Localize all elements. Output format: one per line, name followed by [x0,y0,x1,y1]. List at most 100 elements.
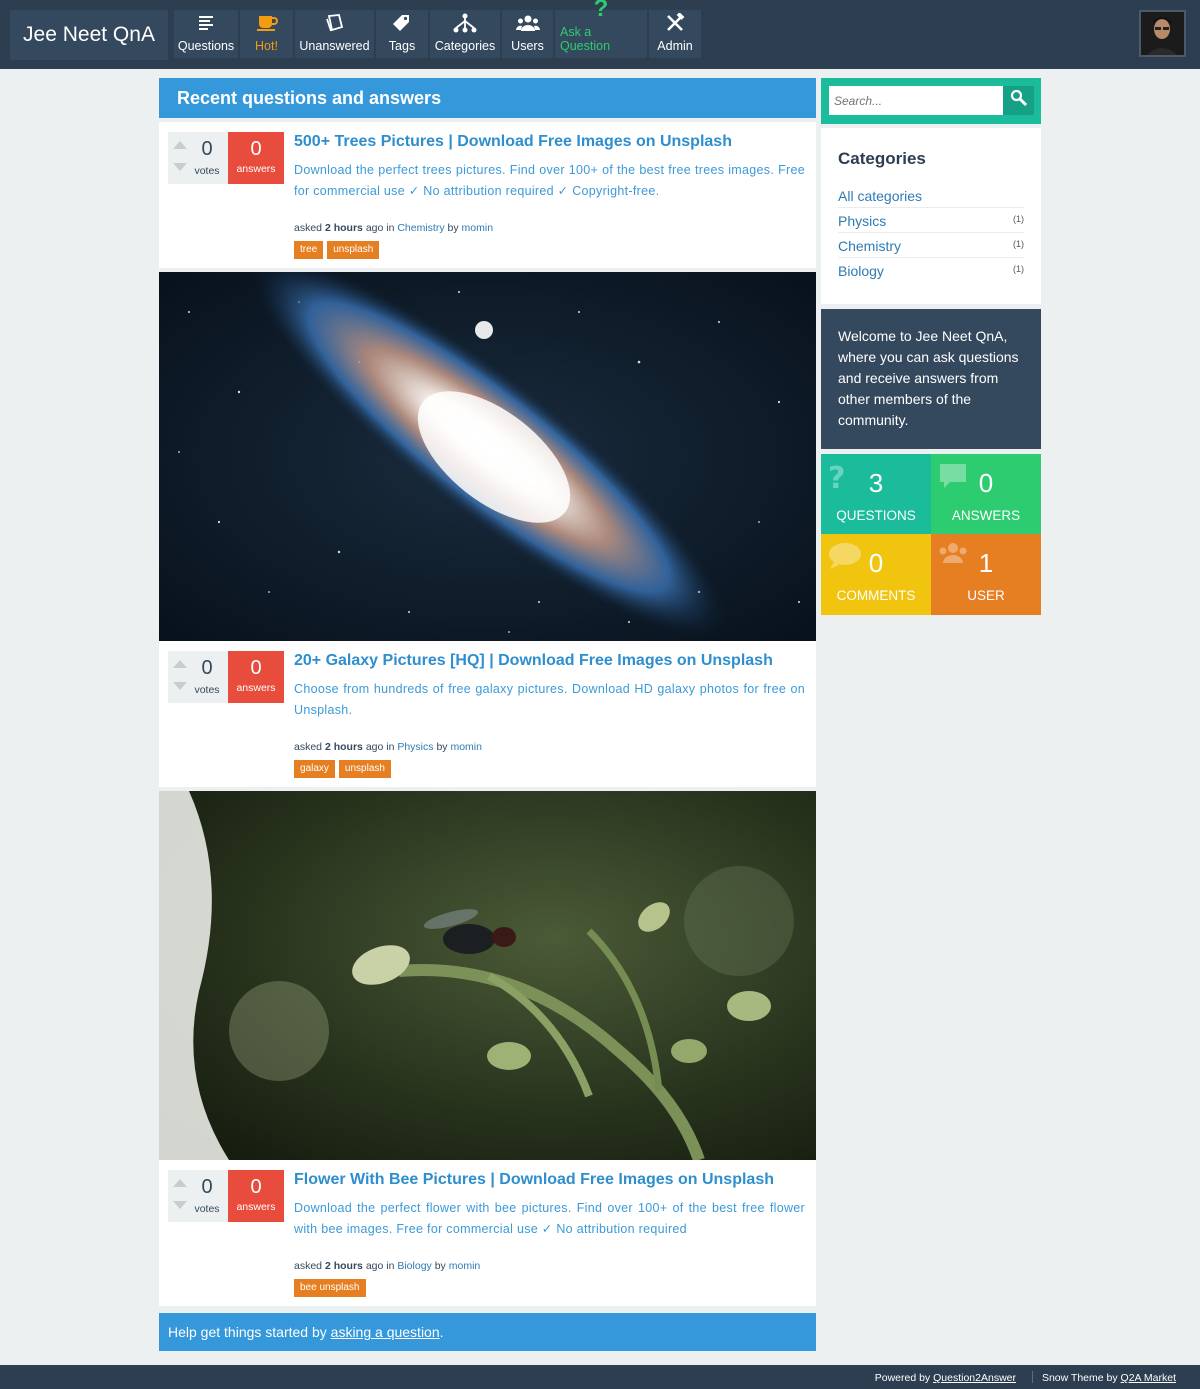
categories-icon [453,11,477,35]
category-item-biology[interactable]: Biology (1) [838,258,1024,283]
question-excerpt: Choose from hundreds of free galaxy pict… [294,682,805,717]
vote-label: votes [194,1203,220,1215]
search-button[interactable] [1003,86,1034,115]
vote-count: 0 [201,1176,213,1198]
meta-category-link[interactable]: Physics [397,741,433,753]
tag[interactable]: unsplash [327,241,380,259]
ask-question-link[interactable]: asking a question [331,1324,440,1340]
page-title: Recent questions and answers [159,78,816,118]
category-label: All categories [838,188,923,204]
vote-count: 0 [201,138,213,160]
answer-count: 0 [250,1176,262,1198]
category-item-all[interactable]: All categories [838,183,1024,208]
flower-bee-image [159,791,816,1160]
meta-when: 2 hours [324,741,363,753]
vote-up-icon[interactable] [173,660,187,668]
category-label: Biology [838,263,884,279]
category-count: (1) [1013,239,1024,249]
welcome-message: Welcome to Jee Neet QnA, where you can a… [821,309,1041,449]
stat-users-count: 1 [978,548,994,578]
answer-count-box: 0 answers [228,651,284,703]
footer: Powered by Question2Answer Snow Theme by… [0,1365,1200,1389]
category-item-chemistry[interactable]: Chemistry (1) [838,233,1024,258]
nav-questions-label: Questions [177,39,235,53]
meta-ago-in: ago in [365,222,395,234]
footer-theme: Snow Theme by Q2A Market [1042,1372,1176,1384]
user-avatar[interactable] [1139,10,1186,57]
question-item: 0 votes 0 answers Flower With Bee Pictur… [159,1160,816,1306]
meta-user-link[interactable]: momin [450,741,482,753]
answer-label: answers [236,163,276,175]
nav-admin-label: Admin [657,39,693,53]
stat-answers-count: 0 [978,468,994,498]
answer-label: answers [236,682,276,694]
question-item: 0 votes 0 answers 500+ Trees Pictures | … [159,122,816,268]
search-icon [1010,89,1028,112]
meta-user-link[interactable]: momin [449,1260,481,1272]
stat-comments: 0 COMMENTS [821,534,931,615]
q2a-market-link[interactable]: Q2A Market [1121,1372,1176,1384]
main-nav: Questions Hot! Unanswered Tags Categorie… [174,0,701,58]
question-item: 0 votes 0 answers 20+ Galaxy Pictures [H… [159,641,816,787]
search-input[interactable] [829,86,1003,115]
nav-tags-label: Tags [388,39,416,53]
nav-admin[interactable]: Admin [649,10,701,58]
nav-ask-question[interactable]: ? Ask a Question [555,0,647,58]
nav-categories[interactable]: Categories [430,10,500,58]
main-content: Recent questions and answers 0 votes 0 a… [159,78,816,1306]
vote-down-icon[interactable] [173,682,187,690]
nav-categories-label: Categories [434,39,496,53]
vote-down-icon[interactable] [173,163,187,171]
question2answer-link[interactable]: Question2Answer [933,1372,1016,1384]
nav-tags[interactable]: Tags [376,10,428,58]
meta-asked: asked [294,1260,323,1272]
category-label: Chemistry [838,238,902,254]
category-item-physics[interactable]: Physics (1) [838,208,1024,233]
tag-list: bee unsplash [294,1279,366,1297]
stat-answers-label: ANSWERS [951,508,1021,523]
categories-title: Categories [838,149,926,168]
meta-category-link[interactable]: Chemistry [397,222,444,234]
category-count: (1) [1013,214,1024,224]
question-meta: asked 2 hours ago in Physics by momin [294,741,482,753]
tag[interactable]: galaxy [294,760,335,778]
question-title-link[interactable]: 20+ Galaxy Pictures [HQ] | Download Free… [294,652,773,670]
tag-list: galaxy unsplash [294,760,391,778]
site-logo[interactable]: Jee Neet QnA [10,10,168,60]
meta-category-link[interactable]: Biology [397,1260,431,1272]
meta-by: by [447,222,459,234]
meta-user-link[interactable]: momin [462,222,494,234]
nav-users[interactable]: Users [502,10,553,58]
vote-label: votes [194,684,220,696]
meta-by: by [436,741,448,753]
vote-box: 0 votes [168,132,228,184]
category-list: All categories Physics (1) Chemistry (1)… [838,183,1024,283]
nav-questions[interactable]: Questions [174,10,238,58]
help-suffix: . [439,1324,444,1340]
answer-count: 0 [250,138,262,160]
tag[interactable]: unsplash [338,760,391,778]
question-meta: asked 2 hours ago in Biology by momin [294,1260,480,1272]
meta-ago-in: ago in [365,741,395,753]
answer-count-box: 0 answers [228,132,284,184]
meta-when: 2 hours [324,222,363,234]
question-title-link[interactable]: 500+ Trees Pictures | Download Free Imag… [294,133,732,151]
vote-down-icon[interactable] [173,1201,187,1209]
category-count: (1) [1013,264,1024,274]
admin-icon [665,11,685,35]
meta-ago-in: ago in [365,1260,395,1272]
vote-up-icon[interactable] [173,1179,187,1187]
stat-comments-label: COMMENTS [836,588,916,603]
tag[interactable]: tree [294,241,324,259]
meta-asked: asked [294,222,323,234]
stat-comments-count: 0 [868,548,884,578]
users-icon [515,11,540,35]
question-title-link[interactable]: Flower With Bee Pictures | Download Free… [294,1171,774,1189]
nav-hot[interactable]: Hot! [240,10,293,58]
vote-up-icon[interactable] [173,141,187,149]
tag[interactable]: bee unsplash [294,1279,366,1297]
vote-box: 0 votes [168,651,228,703]
nav-unanswered[interactable]: Unanswered [295,10,374,58]
stat-users-label: USER [967,588,1005,603]
help-prefix: Help get things started by [168,1324,327,1340]
